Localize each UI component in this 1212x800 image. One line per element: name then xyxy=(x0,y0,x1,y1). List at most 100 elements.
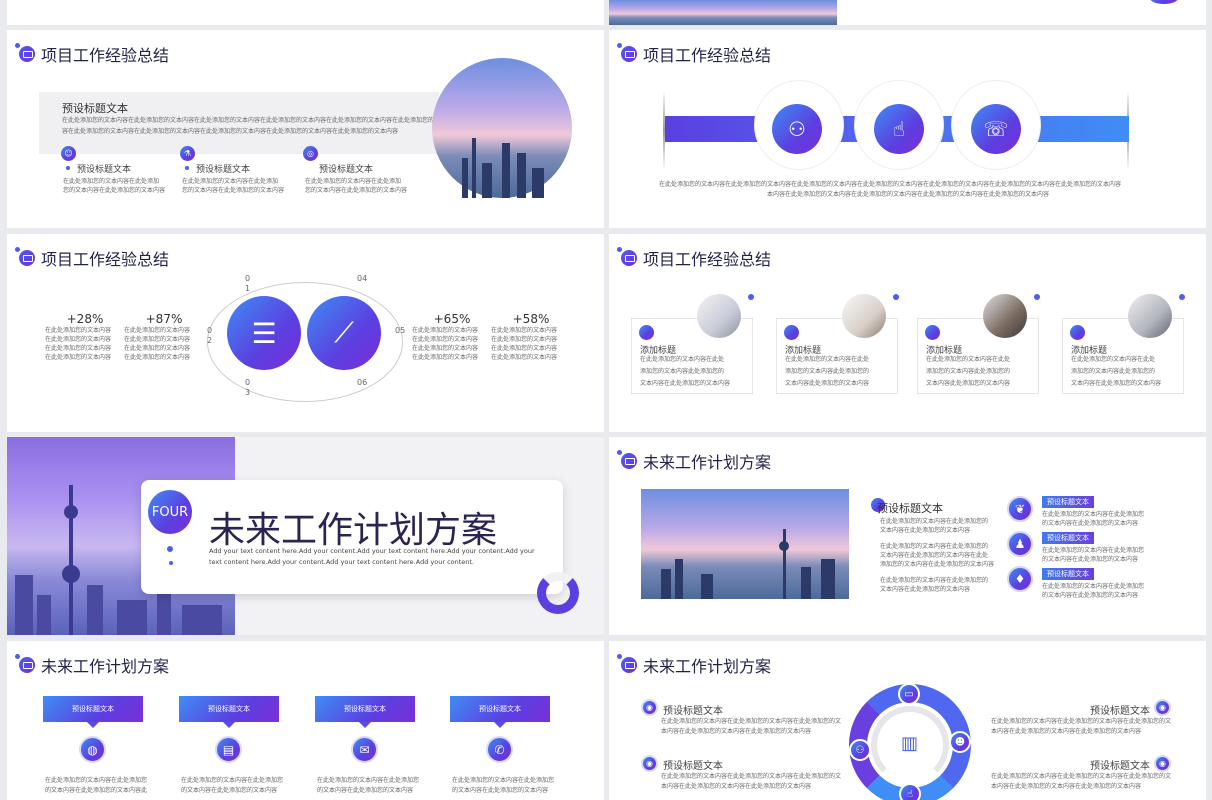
panel-heading: 预设标题文本 xyxy=(62,102,128,115)
card-text: 文本内容在此处添加您的文本内容 xyxy=(640,380,731,387)
slide-plan-2[interactable]: 未来工作计划方案 预设标题文本 ◍ 在此处添加您的文本内容在此处添加您 的文本内… xyxy=(7,641,604,800)
stat-text: 在此处添加您的文本内容 xyxy=(124,327,191,334)
settings-panel-icon: ☰ xyxy=(227,296,301,370)
team-icon: ⚇ xyxy=(849,739,871,761)
slide-experience-1[interactable]: 项目工作经验总结 预设标题文本 在此处添加您的文本内容在此处添加您的文本内容在此… xyxy=(7,30,604,228)
slide-plan-1[interactable]: 未来工作计划方案 预设标题文本 在此处添加您的文本内容在此处添加您的 文本内容在此… xyxy=(609,437,1206,635)
card-text: 添加您的文本内容此处添加您的 xyxy=(1071,368,1156,375)
card-text: 添加您的文本内容此处添加您的 xyxy=(640,368,725,375)
column-text: 在此处添加您的文本内容在此处添加您 xyxy=(181,777,284,784)
num-label: 1 xyxy=(245,284,251,293)
monitor-icon xyxy=(617,654,637,673)
item-label: 预设标题文本 xyxy=(196,165,251,175)
item-text: 本内容在此处添加您的文本内容在此处添加您的文本内容 xyxy=(991,783,1142,790)
touch-icon: ☝ xyxy=(874,104,924,154)
column-text: 在此处添加您的文本内容在此处添加您 xyxy=(317,777,420,784)
tag-label: 预设标题文本 xyxy=(1042,568,1094,580)
bulb-icon: ◉ xyxy=(641,699,658,716)
touch-icon: ☝ xyxy=(899,783,921,800)
run-icon: ♟ xyxy=(1007,531,1033,557)
item-text: 在此处添加您的文本内容在此处添加 xyxy=(305,178,402,185)
column: 预设标题文本 ✆ 在此处添加您的文本内容在此处添加您 的文本内容在此处添加您的文… xyxy=(450,696,554,794)
slide-title: 未来工作计划方案 xyxy=(15,653,170,677)
stat-value: +65% xyxy=(433,312,471,326)
column: 预设标题文本 ▤ 在此处添加您的文本内容在此处添加您 的文本内容在此处添加您的文… xyxy=(179,696,283,794)
tag-text: 的文本内容在此处添加您的文本内容 xyxy=(1042,520,1139,527)
panel-text-2: 容在此处添加您的文本内容在此处添加您的文本内容在此处添加您的文本内容在此处添加您… xyxy=(62,128,399,135)
item-label: 预设标题文本 xyxy=(77,165,132,175)
top-slide-left[interactable] xyxy=(7,0,604,25)
para-text: 在此处添加您的文本内容在此处添加您的 xyxy=(880,518,989,525)
num-label: 05 xyxy=(395,326,406,335)
item-text: 本内容在此处添加您的文本内容在此处添加您的文本内容 xyxy=(991,728,1142,735)
para-text: 文本内容在此处添加您的文本内容 xyxy=(880,527,971,534)
monitor-icon xyxy=(15,247,35,266)
num-label: 3 xyxy=(245,388,251,397)
para-2: 在此处添加您的文本内容在此处添加您的 文本内容在此处添加您的文本内容在此处 添加您的… xyxy=(875,542,994,569)
card-text: 在此处添加您的文本内容在此处 xyxy=(926,356,1011,363)
title-text: 未来工作计划方案 xyxy=(643,657,772,676)
title-text: 项目工作经验总结 xyxy=(41,46,170,65)
tag-label: 预设标题文本 xyxy=(1042,496,1094,508)
para-3: 在此处添加您的文本内容在此处添加您的 文本内容在此处添加您的文本内容 xyxy=(875,576,988,594)
para-text: 在此处添加您的文本内容在此处添加您的 xyxy=(880,543,989,550)
item-text: 在此处添加您的文本内容在此处添加您的文本内容在此处添加您的文 xyxy=(991,773,1172,780)
slide-experience-2[interactable]: 项目工作经验总结 ⚇ ☝ ☏ 在此处添加您的文本内容在此处添加您的文本内容在此处… xyxy=(609,30,1206,228)
stat-text: 在此处添加您的文本内容 xyxy=(491,354,558,361)
card-text: 在此处添加您的文本内容在此处 xyxy=(785,356,870,363)
line-chart-icon: ⟋ xyxy=(307,296,381,370)
stat-text: 在此处添加您的文本内容 xyxy=(412,336,479,343)
column-text: 的文本内容在此处添加您的文本内容 xyxy=(181,787,278,794)
stat-text: 在此处添加您的文本内容 xyxy=(491,327,558,334)
badge-text: FOUR xyxy=(151,504,189,520)
city-photo xyxy=(641,489,849,599)
para-1: 在此处添加您的文本内容在此处添加您的 文本内容在此处添加您的文本内容 xyxy=(875,517,988,535)
desc-line-2: 本内容在此处添加您的文本内容在此处添加您的文本内容在此处添加您的文本内容在此处添… xyxy=(767,191,1050,198)
item-text: 您的文本内容在此处添加您的文本内容 xyxy=(182,187,285,194)
monitor-icon xyxy=(617,43,637,62)
card-photo xyxy=(983,294,1027,338)
flask-icon: ⚗ xyxy=(180,146,195,161)
decor-circle xyxy=(1149,0,1179,4)
globe-icon: ◍ xyxy=(79,736,106,763)
title-text: 项目工作经验总结 xyxy=(41,250,170,269)
slide-section-four[interactable]: FOUR 未来工作计划方案 Add your text content here… xyxy=(7,437,604,635)
column-text: 的文本内容在此处添加您的文本内容 xyxy=(452,787,549,794)
column-text: 在此处添加您的文本内容在此处添加您 xyxy=(45,777,148,784)
slide-title: 未来工作计划方案 xyxy=(617,653,772,677)
stat-value: +28% xyxy=(66,312,104,326)
stat-text: 在此处添加您的文本内容 xyxy=(412,327,479,334)
card-text: 在此处添加您的文本内容在此处 xyxy=(640,356,725,363)
top-slide-right[interactable] xyxy=(609,0,1206,25)
num-label: 0 xyxy=(245,274,251,283)
section-badge: FOUR xyxy=(148,490,192,534)
slide-plan-3[interactable]: 未来工作计划方案 ▥ ▭ ⚇ ☻ ☝ ◉ 预设标题文本 在此处添加您的文本内容在… xyxy=(609,641,1206,800)
card-text: 在此处添加您的文本内容在此处 xyxy=(1071,356,1156,363)
support-icon: ☏ xyxy=(971,104,1021,154)
stat-text: 在此处添加您的文本内容 xyxy=(45,327,112,334)
section-title: 未来工作计划方案 xyxy=(209,510,498,551)
item-text: 在此处添加您的文本内容在此处添加 xyxy=(182,178,279,185)
stat-text: 在此处添加您的文本内容 xyxy=(491,336,558,343)
slide-experience-3[interactable]: 项目工作经验总结 ☰ ⟋ 0 1 0 2 0 3 04 05 06 +28% 在… xyxy=(7,234,604,432)
title-text: 未来工作计划方案 xyxy=(41,657,170,676)
city-circle-photo xyxy=(432,58,572,198)
stat-text: 在此处添加您的文本内容 xyxy=(124,336,191,343)
column-label: 预设标题文本 xyxy=(450,696,550,722)
card-photo xyxy=(697,294,741,338)
column: 预设标题文本 ◍ 在此处添加您的文本内容在此处添加您 的文本内容在此处添加您的文… xyxy=(43,696,147,794)
stat-text: 在此处添加您的文本内容 xyxy=(412,354,479,361)
column-label: 预设标题文本 xyxy=(179,696,279,722)
slide-experience-4[interactable]: 项目工作经验总结 添加标题 在此处添加您的文本内容在此处 添加您的文本内容此处添… xyxy=(609,234,1206,432)
column-text: 的文本内容在此处添加您的文本内容 xyxy=(317,787,414,794)
stat-text: 在此处添加您的文本内容 xyxy=(491,345,558,352)
num-label: 2 xyxy=(207,336,213,345)
stat-text: 在此处添加您的文本内容 xyxy=(412,345,479,352)
chat-icon: ✉ xyxy=(351,736,378,763)
slide-title: 项目工作经验总结 xyxy=(617,42,771,66)
monitor-icon xyxy=(617,247,637,266)
num-label: 0 xyxy=(207,326,213,335)
bulb-icon: ◉ xyxy=(1154,699,1171,716)
item-text: 本内容在此处添加您的文本内容在此处添加您的文本内容 xyxy=(661,728,812,735)
screen-icon: ▭ xyxy=(898,683,920,705)
